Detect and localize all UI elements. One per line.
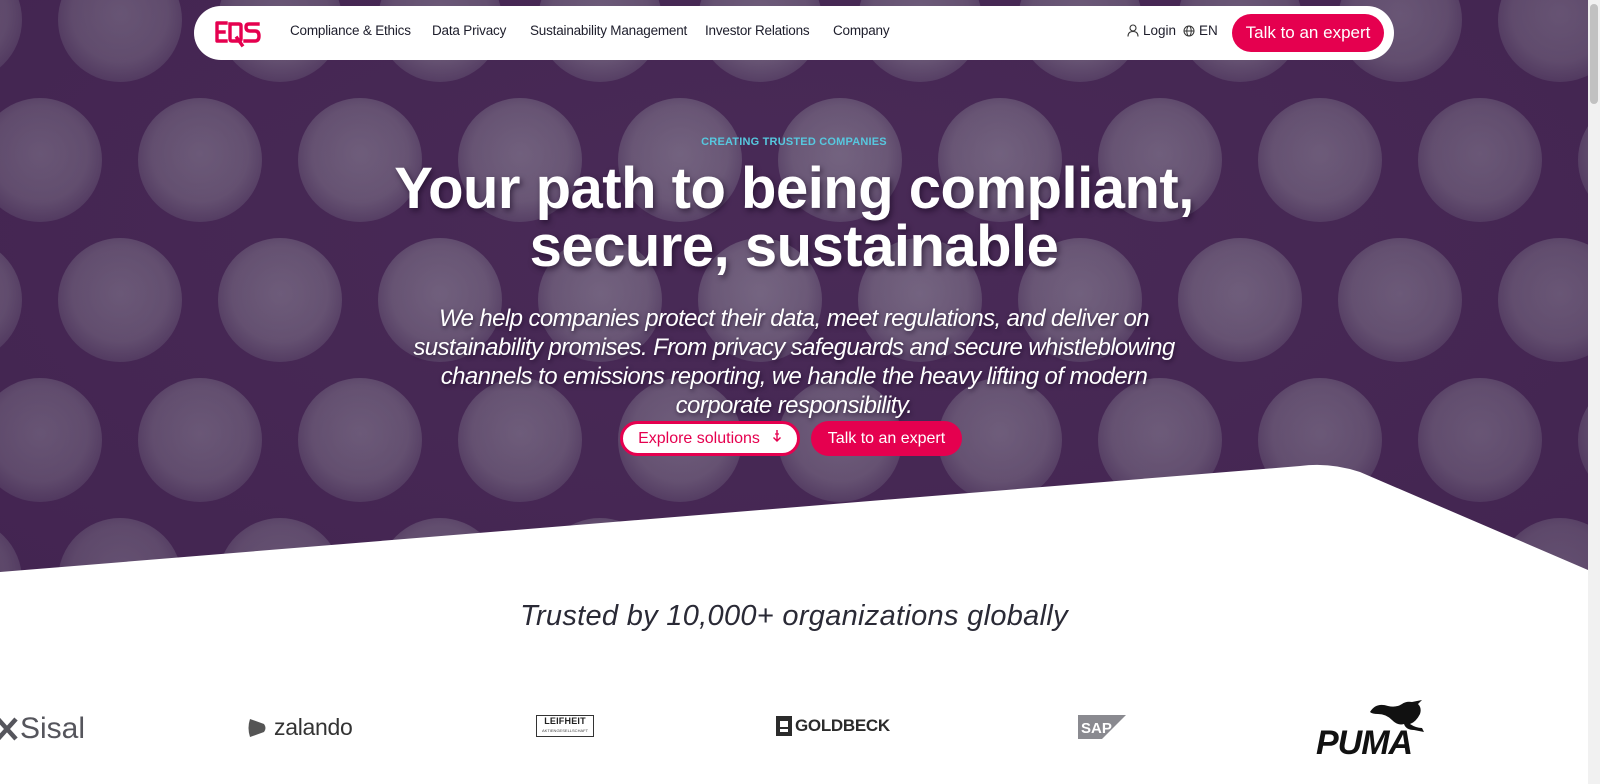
- svg-text:PUMA: PUMA: [1316, 724, 1412, 756]
- trusted-heading: Trusted by 10,000+ organizations globall…: [520, 600, 1068, 632]
- talk-to-expert-nav-button[interactable]: Talk to an expert: [1232, 14, 1384, 52]
- page-scrollbar[interactable]: [1588, 0, 1600, 784]
- scrollbar-thumb[interactable]: [1590, 4, 1598, 104]
- language-selector[interactable]: EN: [1183, 23, 1218, 38]
- login-link[interactable]: Login: [1127, 23, 1176, 38]
- leifheit-logo: LEIFHEIT AKTIENGESELLSCHAFT: [536, 715, 595, 737]
- top-navigation: Compliance & Ethics Data Privacy Sustain…: [194, 6, 1394, 60]
- talk-to-expert-hero-button[interactable]: Talk to an expert: [811, 421, 962, 456]
- puma-logo: PUMA: [1316, 700, 1426, 756]
- sap-logo: SAP: [1078, 715, 1126, 739]
- hero-subtext: We help companies protect their data, me…: [413, 305, 1175, 419]
- hero-eyebrow: CREATING TRUSTED COMPANIES: [701, 136, 887, 148]
- login-label: Login: [1143, 23, 1177, 38]
- zalando-mark-icon: [248, 718, 266, 737]
- explore-solutions-button[interactable]: Explore solutions: [620, 421, 800, 456]
- eqs-logo[interactable]: [214, 18, 262, 48]
- user-icon: [1127, 24, 1139, 37]
- hero-headline: Your path to being compliant, secure, su…: [0, 160, 1588, 276]
- sisal-logo: Sisal: [0, 712, 85, 746]
- nav-sustainability-management[interactable]: Sustainability Management: [530, 23, 687, 38]
- arrow-down-icon: [772, 429, 782, 448]
- goldbeck-mark-icon: [776, 716, 792, 736]
- svg-text:SAP: SAP: [1081, 720, 1112, 737]
- headline-line-2: secure, sustainable: [529, 214, 1059, 279]
- nav-data-privacy[interactable]: Data Privacy: [432, 23, 506, 38]
- language-label: EN: [1199, 23, 1218, 38]
- headline-line-1: Your path to being compliant,: [394, 156, 1194, 221]
- goldbeck-logo: GOLDBECK: [776, 716, 890, 736]
- nav-company[interactable]: Company: [833, 23, 890, 38]
- explore-solutions-label: Explore solutions: [638, 429, 760, 447]
- zalando-logo: zalando: [246, 714, 353, 741]
- nav-investor-relations[interactable]: Investor Relations: [705, 23, 810, 38]
- nav-compliance-ethics[interactable]: Compliance & Ethics: [290, 23, 411, 38]
- globe-icon: [1183, 25, 1195, 37]
- sisal-mark-icon: [0, 717, 18, 741]
